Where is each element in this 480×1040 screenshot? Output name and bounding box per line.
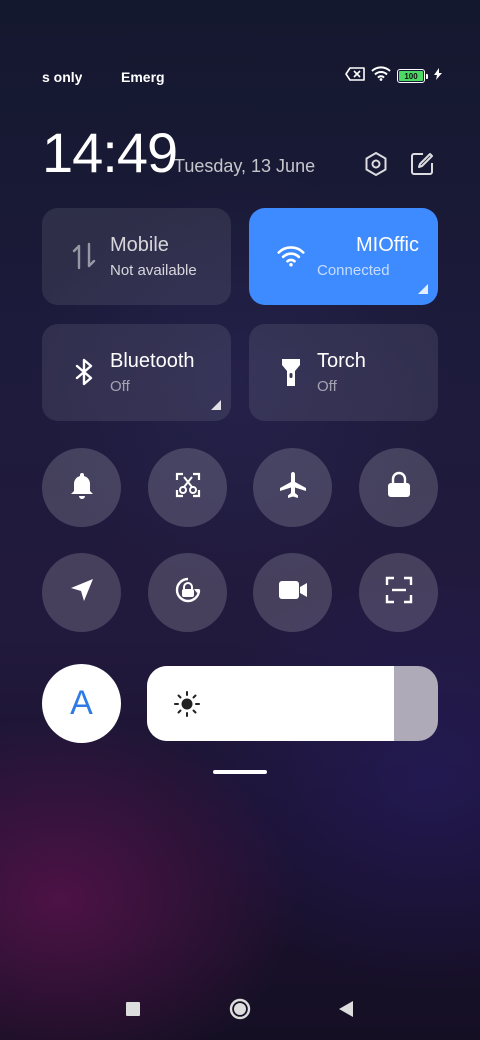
rotation-lock-icon [173,575,203,610]
sun-icon [173,690,201,718]
recents-button[interactable] [118,996,148,1026]
settings-icon[interactable] [362,150,390,178]
tile-subtitle: Connected [317,262,390,279]
tile-mobile-data[interactable]: Mobile Not available [42,208,231,305]
airplane-icon [278,470,308,505]
back-button[interactable] [331,996,361,1026]
scanner-icon [385,576,413,609]
tile-wifi[interactable]: MIOffic Connected [249,208,438,305]
toggle-silent[interactable] [42,448,121,527]
status-icons: 100 [345,66,442,86]
no-sim-icon [345,66,365,86]
tile-title: MIOffic [356,234,419,256]
toggle-rotation-lock[interactable] [148,553,227,632]
location-icon [69,577,95,608]
lock-icon [386,471,412,504]
battery-icon: 100 [397,69,428,83]
brightness-slider[interactable] [147,666,438,741]
expand-corner-icon[interactable] [211,400,221,410]
tile-title: Bluetooth [110,350,195,372]
carrier-text-left: s only [42,69,82,85]
expand-corner-icon[interactable] [418,284,428,294]
recents-icon [126,1001,140,1021]
tile-title: Torch [317,350,366,372]
home-button[interactable] [225,996,255,1026]
tile-subtitle: Off [110,378,130,395]
charging-icon [434,67,442,85]
toggle-screen-recorder[interactable] [253,553,332,632]
toggle-screenshot[interactable] [148,448,227,527]
screen-record-icon [278,579,308,606]
toggle-airplane[interactable] [253,448,332,527]
tile-subtitle: Off [317,378,337,395]
tile-torch[interactable]: Torch Off [249,324,438,421]
battery-level: 100 [404,71,418,81]
clock-time: 14:49 [42,121,178,184]
back-icon [339,1000,353,1022]
wifi-icon [277,242,305,270]
home-icon [229,998,251,1025]
bluetooth-icon [70,358,98,386]
carrier-text-right: Emerg [121,69,165,85]
mobile-data-icon [70,242,98,270]
auto-brightness-button[interactable]: A [42,664,121,743]
edit-icon[interactable] [408,150,436,178]
drag-handle[interactable] [213,770,267,774]
wifi-icon [371,66,391,86]
toggle-scanner[interactable] [359,553,438,632]
screenshot-icon [174,471,202,504]
tile-title: Mobile [110,234,169,256]
torch-icon [277,358,305,386]
tile-bluetooth[interactable]: Bluetooth Off [42,324,231,421]
tile-subtitle: Not available [110,262,197,279]
toggle-location[interactable] [42,553,121,632]
toggle-lock-screen[interactable] [359,448,438,527]
date-text: Tuesday, 13 June [174,156,316,176]
bell-icon [69,471,95,504]
